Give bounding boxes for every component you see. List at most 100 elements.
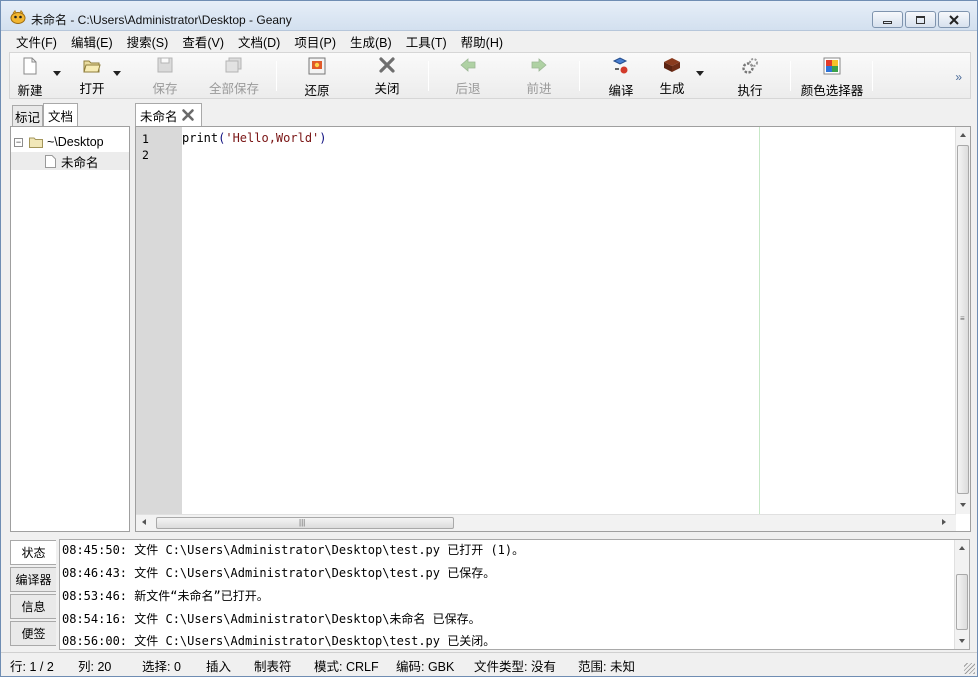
- collapse-icon[interactable]: −: [14, 137, 23, 147]
- status-message-panel: 08:45:50: 文件 C:\Users\Administrator\Desk…: [59, 539, 970, 650]
- save-icon: [155, 57, 175, 73]
- forward-button[interactable]: 前进: [519, 55, 559, 97]
- menu-search[interactable]: 搜索(S): [120, 32, 176, 51]
- revert-button[interactable]: 还原: [297, 55, 337, 98]
- run-label: 执行: [737, 84, 763, 98]
- status-eol-mode: 模式: CRLF: [314, 660, 379, 674]
- color-picker-label: 颜色选择器: [800, 84, 864, 98]
- menu-tools[interactable]: 工具(T): [399, 32, 454, 51]
- toolbar-separator: [428, 61, 429, 91]
- revert-label: 还原: [304, 84, 330, 98]
- toolbar: 新建 打开 保存 全部保存 还原 关闭 后退 前进 编译 生成 执行 颜色选择器…: [9, 52, 971, 99]
- status-filetype: 文件类型: 没有: [474, 660, 556, 674]
- message-scroll-thumb[interactable]: [956, 574, 968, 630]
- status-column: 列: 20: [78, 660, 112, 674]
- tab-documents[interactable]: 文档: [43, 103, 78, 127]
- save-button[interactable]: 保存: [145, 55, 185, 97]
- menu-file[interactable]: 文件(F): [9, 32, 64, 51]
- menu-help[interactable]: 帮助(H): [454, 32, 510, 51]
- color-picker-button[interactable]: 颜色选择器: [800, 55, 864, 98]
- new-button[interactable]: 新建: [12, 55, 48, 98]
- scroll-down-arrow[interactable]: [959, 639, 965, 643]
- toolbar-separator: [872, 61, 873, 91]
- geany-window: 未命名 - C:\Users\Administrator\Desktop - G…: [0, 0, 978, 677]
- message-vertical-scrollbar[interactable]: [954, 540, 969, 649]
- new-dropdown-arrow[interactable]: [53, 71, 61, 76]
- open-folder-icon: [82, 57, 102, 73]
- resize-grip[interactable]: [964, 663, 975, 674]
- scroll-down-arrow[interactable]: [960, 503, 966, 507]
- open-dropdown-arrow[interactable]: [113, 71, 121, 76]
- status-indent-mode: 制表符: [254, 660, 292, 674]
- forward-label: 前进: [526, 82, 552, 96]
- build-dropdown-arrow[interactable]: [696, 71, 704, 76]
- build-brick-icon: [662, 57, 682, 73]
- open-button[interactable]: 打开: [72, 55, 112, 97]
- scroll-left-arrow[interactable]: [142, 519, 146, 525]
- tree-folder-desktop[interactable]: − ~\Desktop: [14, 133, 104, 151]
- minimize-button[interactable]: [872, 11, 903, 28]
- scroll-up-arrow[interactable]: [959, 546, 965, 550]
- tab-scribble[interactable]: 便签: [10, 621, 56, 646]
- title-bar: 未命名 - C:\Users\Administrator\Desktop - G…: [1, 1, 977, 31]
- editor-horizontal-scrollbar[interactable]: |||: [136, 514, 956, 531]
- back-button[interactable]: 后退: [448, 55, 488, 97]
- run-gears-icon: [740, 57, 760, 75]
- tab-messages[interactable]: 信息: [10, 594, 56, 619]
- compile-icon: [611, 57, 631, 75]
- scroll-up-arrow[interactable]: [960, 133, 966, 137]
- close-icon: [949, 14, 959, 25]
- tab-document-untitled[interactable]: 未命名: [135, 103, 202, 127]
- forward-arrow-icon: [529, 57, 549, 73]
- status-message: 08:54:16: 文件 C:\Users\Administrator\Desk…: [62, 612, 481, 626]
- save-all-icon: [224, 57, 244, 73]
- toolbar-overflow-button[interactable]: »: [955, 70, 962, 84]
- geany-app-icon: [10, 10, 26, 24]
- toolbar-separator: [276, 61, 277, 91]
- color-palette-icon: [822, 57, 842, 75]
- scroll-right-arrow[interactable]: [942, 519, 946, 525]
- code-function: print: [182, 131, 219, 145]
- back-label: 后退: [455, 82, 481, 96]
- editor-vertical-scrollbar[interactable]: ≡: [955, 127, 970, 514]
- tab-status[interactable]: 状态: [10, 540, 56, 565]
- window-title: 未命名 - C:\Users\Administrator\Desktop - G…: [31, 13, 292, 27]
- horizontal-scroll-thumb[interactable]: |||: [156, 517, 454, 529]
- maximize-button[interactable]: [905, 11, 936, 28]
- tab-compiler[interactable]: 编译器: [10, 567, 56, 592]
- menu-build[interactable]: 生成(B): [343, 32, 399, 51]
- status-message: 08:56:00: 文件 C:\Users\Administrator\Desk…: [62, 634, 496, 648]
- save-all-label: 全部保存: [208, 82, 259, 96]
- status-message: 08:53:46: 新文件“未命名”已打开。: [62, 589, 269, 603]
- toolbar-separator: [790, 61, 791, 91]
- tree-file-label: 未命名: [61, 155, 99, 170]
- close-doc-button[interactable]: 关闭: [367, 55, 407, 97]
- status-selection: 选择: 0: [142, 660, 181, 674]
- vertical-scroll-thumb[interactable]: ≡: [957, 145, 969, 494]
- build-button[interactable]: 生成: [652, 55, 692, 97]
- back-arrow-icon: [458, 57, 478, 73]
- sidebar-document-tree: − ~\Desktop 未命名: [10, 126, 130, 532]
- tree-file-untitled[interactable]: 未命名: [11, 152, 129, 170]
- close-tab-icon[interactable]: [181, 108, 195, 122]
- menu-project[interactable]: 项目(P): [287, 32, 343, 51]
- code-editor[interactable]: 1 2 print('Hello,World') ≡ |||: [135, 126, 971, 532]
- tab-symbols[interactable]: 标记: [12, 105, 43, 126]
- status-message: 08:45:50: 文件 C:\Users\Administrator\Desk…: [62, 543, 525, 557]
- save-all-button[interactable]: 全部保存: [206, 55, 262, 97]
- status-line: 行: 1 / 2: [10, 660, 54, 674]
- document-icon: [45, 154, 56, 168]
- menu-document[interactable]: 文档(D): [231, 32, 287, 51]
- code-paren: ): [319, 131, 327, 145]
- status-insert-mode: 插入: [206, 660, 232, 674]
- run-button[interactable]: 执行: [730, 55, 770, 98]
- status-scope: 范围: 未知: [578, 660, 635, 674]
- menu-view[interactable]: 查看(V): [175, 32, 231, 51]
- doc-tab-label: 未命名: [140, 110, 178, 124]
- close-window-button[interactable]: [938, 11, 970, 28]
- compile-button[interactable]: 编译: [601, 55, 641, 98]
- status-message: 08:46:43: 文件 C:\Users\Administrator\Desk…: [62, 566, 496, 580]
- menu-edit[interactable]: 编辑(E): [64, 32, 120, 51]
- code-text-area[interactable]: print('Hello,World'): [182, 127, 956, 514]
- build-label: 生成: [659, 82, 685, 96]
